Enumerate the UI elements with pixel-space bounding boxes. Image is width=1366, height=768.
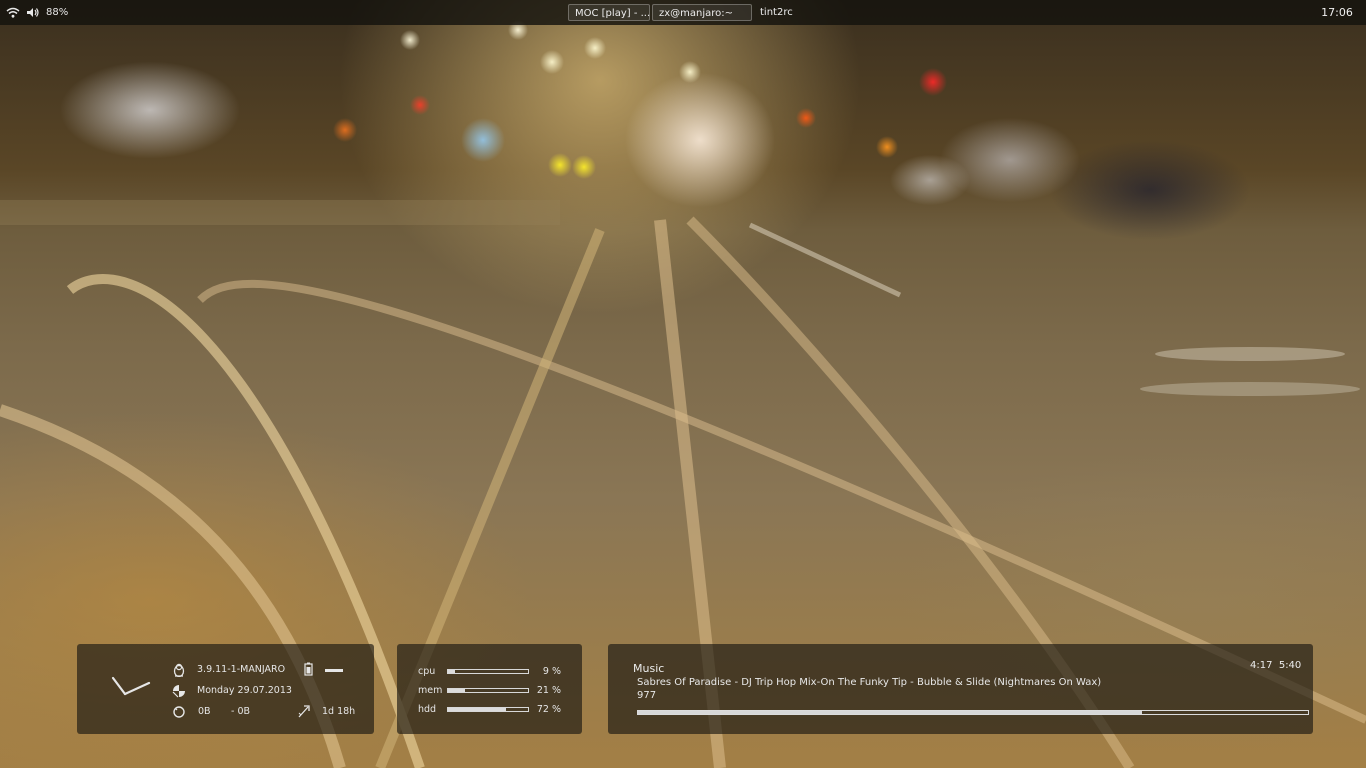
- taskbar-item-terminal[interactable]: zx@manjaro:~: [652, 4, 752, 21]
- uptime-value: 1d 18h: [322, 706, 356, 717]
- net-up-value: - 0B: [231, 706, 251, 717]
- mem-value: 21 %: [536, 685, 561, 696]
- track-times: 4:17 5:40: [1250, 660, 1301, 672]
- network-icon: [173, 706, 185, 718]
- hdd-meter: [447, 707, 529, 712]
- music-widget: Music Sabres Of Paradise - DJ Trip Hop M…: [608, 644, 1313, 734]
- hdd-value: 72 %: [536, 704, 561, 715]
- panel-clock[interactable]: 17:06: [1316, 6, 1358, 20]
- elapsed-time: 4:17: [1250, 660, 1273, 671]
- now-playing-track: Sabres Of Paradise - DJ Trip Hop Mix-On …: [637, 677, 1102, 688]
- music-title: Music: [633, 662, 665, 675]
- mem-meter-fill: [448, 689, 465, 692]
- system-info-widget: 3.9.11-1-MANJARO Monday 29.07.2013 0B - …: [77, 644, 374, 734]
- tux-icon: [173, 663, 185, 677]
- battery-icon: [304, 662, 313, 676]
- mem-label: mem: [418, 685, 443, 696]
- calendar-icon: [172, 685, 185, 698]
- resources-widget: cpu 9 % mem 21 % hdd 72 %: [397, 644, 582, 734]
- date-text: Monday 29.07.2013: [197, 685, 292, 696]
- track-progress-fill: [638, 711, 1142, 714]
- cpu-label: cpu: [418, 666, 436, 677]
- analog-clock-icon: [111, 676, 151, 696]
- volume-icon[interactable]: [26, 7, 39, 18]
- track-progress-bar: [637, 710, 1309, 715]
- kernel-version: 3.9.11-1-MANJARO: [197, 664, 286, 675]
- hdd-meter-fill: [448, 708, 506, 711]
- cpu-meter-fill: [448, 670, 456, 673]
- net-down-value: 0B: [198, 706, 211, 717]
- total-time: 5:40: [1278, 660, 1302, 671]
- taskbar-item-tint2rc[interactable]: tint2rc: [754, 4, 794, 21]
- battery-level-bar: [325, 669, 343, 672]
- top-panel: 88% MOC [play] - ... zx@manjaro:~ tint2r…: [0, 0, 1366, 25]
- hdd-label: hdd: [418, 704, 437, 715]
- battery-percent: 88%: [46, 7, 69, 18]
- taskbar-item-moc[interactable]: MOC [play] - ...: [568, 4, 650, 21]
- mem-meter: [447, 688, 529, 693]
- cpu-meter: [447, 669, 529, 674]
- wifi-icon[interactable]: [6, 7, 20, 18]
- uptime-icon: [298, 705, 310, 718]
- cpu-value: 9 %: [542, 666, 561, 677]
- now-playing-sub: 977: [637, 690, 657, 701]
